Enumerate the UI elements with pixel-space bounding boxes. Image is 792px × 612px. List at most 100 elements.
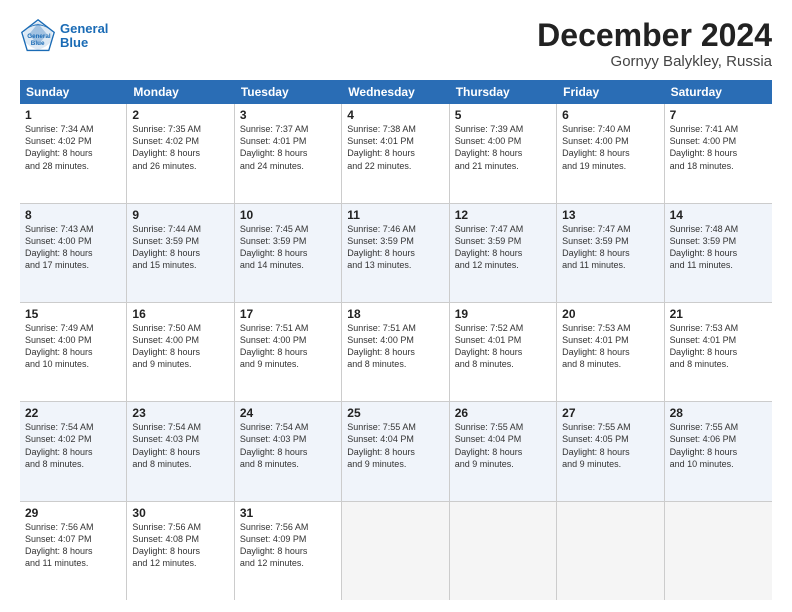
day-number: 1 [25,108,121,122]
cal-row-4: 22Sunrise: 7:54 AMSunset: 4:02 PMDayligh… [20,402,772,501]
logo-general: General [60,21,108,36]
cell-info-line: and 19 minutes. [562,160,658,172]
cell-info-line: Sunrise: 7:55 AM [670,421,767,433]
cell-info-line: and 8 minutes. [347,358,443,370]
cell-info-line: and 8 minutes. [25,458,121,470]
svg-text:Blue: Blue [31,40,45,47]
cell-info-line: Sunrise: 7:37 AM [240,123,336,135]
cell-info-line: Daylight: 8 hours [562,446,658,458]
cell-info-line: Sunrise: 7:43 AM [25,223,121,235]
cell-info-line: Sunrise: 7:48 AM [670,223,767,235]
cell-info-line: Sunset: 4:00 PM [455,135,551,147]
cell-info-line: and 8 minutes. [670,358,767,370]
cell-info-line: Sunrise: 7:50 AM [132,322,228,334]
cell-info-line: Daylight: 8 hours [347,247,443,259]
cell-info-line: Sunset: 4:00 PM [347,334,443,346]
cell-info-line: Sunset: 4:02 PM [25,135,121,147]
cell-info-line: Sunrise: 7:56 AM [132,521,228,533]
cal-cell: 19Sunrise: 7:52 AMSunset: 4:01 PMDayligh… [450,303,557,401]
cell-info-line: Sunset: 3:59 PM [347,235,443,247]
cell-info-line: Daylight: 8 hours [670,346,767,358]
cal-cell: 25Sunrise: 7:55 AMSunset: 4:04 PMDayligh… [342,402,449,500]
title-block: December 2024 Gornyy Balykley, Russia [537,18,772,70]
cell-info-line: Sunset: 4:05 PM [562,433,658,445]
cell-info-line: Sunrise: 7:39 AM [455,123,551,135]
cell-info-line: Daylight: 8 hours [25,446,121,458]
day-number: 12 [455,208,551,222]
cal-cell: 17Sunrise: 7:51 AMSunset: 4:00 PMDayligh… [235,303,342,401]
cell-info-line: and 17 minutes. [25,259,121,271]
cell-info-line: Daylight: 8 hours [25,346,121,358]
cell-info-line: Daylight: 8 hours [240,147,336,159]
day-number: 21 [670,307,767,321]
cell-info-line: and 22 minutes. [347,160,443,172]
day-number: 31 [240,506,336,520]
cell-info-line: Daylight: 8 hours [670,247,767,259]
day-number: 11 [347,208,443,222]
cell-info-line: Sunset: 4:04 PM [347,433,443,445]
logo-icon: General Blue [20,18,56,54]
cell-info-line: and 8 minutes. [132,458,228,470]
cell-info-line: Sunrise: 7:56 AM [240,521,336,533]
day-number: 7 [670,108,767,122]
day-number: 19 [455,307,551,321]
cell-info-line: Sunset: 4:00 PM [240,334,336,346]
day-number: 2 [132,108,228,122]
cell-info-line: Sunrise: 7:47 AM [562,223,658,235]
cal-row-5: 29Sunrise: 7:56 AMSunset: 4:07 PMDayligh… [20,502,772,600]
day-number: 8 [25,208,121,222]
cell-info-line: Sunrise: 7:54 AM [240,421,336,433]
cell-info-line: and 11 minutes. [562,259,658,271]
cal-cell: 31Sunrise: 7:56 AMSunset: 4:09 PMDayligh… [235,502,342,600]
cell-info-line: and 26 minutes. [132,160,228,172]
cell-info-line: and 9 minutes. [455,458,551,470]
cell-info-line: Sunrise: 7:34 AM [25,123,121,135]
cell-info-line: Sunset: 4:02 PM [132,135,228,147]
cal-cell: 11Sunrise: 7:46 AMSunset: 3:59 PMDayligh… [342,204,449,302]
cell-info-line: Sunrise: 7:54 AM [25,421,121,433]
header: General Blue General Blue December 2024 … [20,18,772,70]
cell-info-line: Sunrise: 7:56 AM [25,521,121,533]
day-number: 25 [347,406,443,420]
cal-cell: 18Sunrise: 7:51 AMSunset: 4:00 PMDayligh… [342,303,449,401]
header-day-tuesday: Tuesday [235,80,342,104]
cell-info-line: and 10 minutes. [25,358,121,370]
cell-info-line: Daylight: 8 hours [240,247,336,259]
cell-info-line: Daylight: 8 hours [347,147,443,159]
cal-row-2: 8Sunrise: 7:43 AMSunset: 4:00 PMDaylight… [20,204,772,303]
cell-info-line: Daylight: 8 hours [132,545,228,557]
cell-info-line: and 9 minutes. [132,358,228,370]
cell-info-line: and 28 minutes. [25,160,121,172]
svg-text:General: General [27,33,51,40]
cell-info-line: and 13 minutes. [347,259,443,271]
cal-row-3: 15Sunrise: 7:49 AMSunset: 4:00 PMDayligh… [20,303,772,402]
cell-info-line: Daylight: 8 hours [347,446,443,458]
cal-cell: 26Sunrise: 7:55 AMSunset: 4:04 PMDayligh… [450,402,557,500]
cell-info-line: Daylight: 8 hours [670,147,767,159]
cal-cell: 28Sunrise: 7:55 AMSunset: 4:06 PMDayligh… [665,402,772,500]
cal-cell: 6Sunrise: 7:40 AMSunset: 4:00 PMDaylight… [557,104,664,202]
cell-info-line: Sunrise: 7:53 AM [670,322,767,334]
cell-info-line: Daylight: 8 hours [132,147,228,159]
cal-cell: 14Sunrise: 7:48 AMSunset: 3:59 PMDayligh… [665,204,772,302]
cell-info-line: and 18 minutes. [670,160,767,172]
day-number: 24 [240,406,336,420]
cell-info-line: Sunset: 4:00 PM [132,334,228,346]
day-number: 16 [132,307,228,321]
day-number: 30 [132,506,228,520]
cell-info-line: Sunset: 4:01 PM [562,334,658,346]
cell-info-line: Sunset: 4:01 PM [670,334,767,346]
cal-cell: 22Sunrise: 7:54 AMSunset: 4:02 PMDayligh… [20,402,127,500]
day-number: 6 [562,108,658,122]
cell-info-line: Sunset: 4:01 PM [347,135,443,147]
cell-info-line: Daylight: 8 hours [670,446,767,458]
cell-info-line: Sunrise: 7:55 AM [455,421,551,433]
cell-info-line: and 12 minutes. [455,259,551,271]
cal-cell: 4Sunrise: 7:38 AMSunset: 4:01 PMDaylight… [342,104,449,202]
cell-info-line: and 12 minutes. [240,557,336,569]
cell-info-line: and 15 minutes. [132,259,228,271]
subtitle: Gornyy Balykley, Russia [537,53,772,70]
cal-cell: 29Sunrise: 7:56 AMSunset: 4:07 PMDayligh… [20,502,127,600]
day-number: 23 [132,406,228,420]
day-number: 15 [25,307,121,321]
